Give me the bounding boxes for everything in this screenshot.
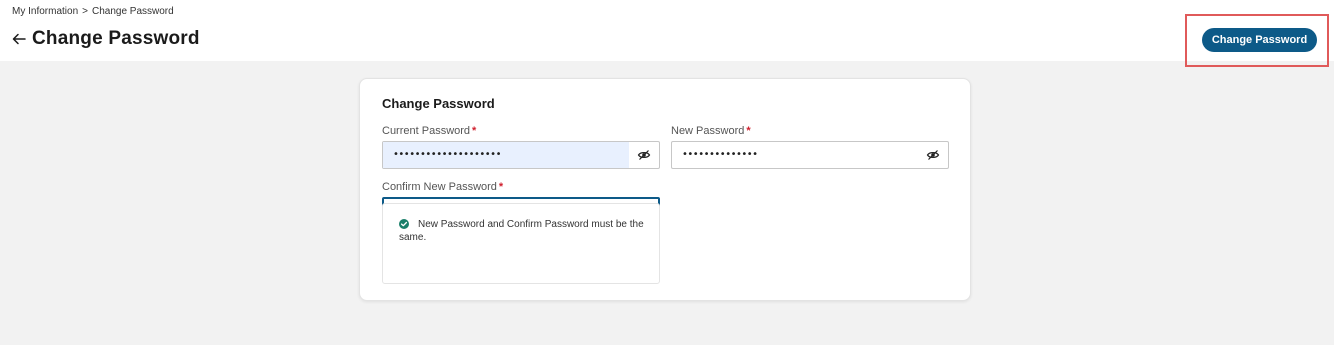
breadcrumb-separator: >	[82, 6, 88, 17]
page-title: Change Password	[32, 28, 200, 49]
required-marker: *	[746, 125, 751, 137]
validation-message: New Password and Confirm Password must b…	[399, 219, 644, 243]
required-marker: *	[498, 181, 504, 193]
breadcrumb-current: Change Password	[91, 6, 174, 17]
breadcrumb-link-my-information[interactable]: My Information	[12, 6, 78, 17]
confirm-password-label-text: Confirm New Password	[382, 181, 497, 193]
change-password-button[interactable]: Change Password	[1202, 28, 1317, 52]
new-password-label-text: New Password	[671, 125, 745, 137]
eye-slash-icon[interactable]	[926, 148, 940, 162]
password-match-hint: New Password and Confirm Password must b…	[382, 203, 660, 284]
arrow-left-icon[interactable]	[11, 31, 27, 47]
current-password-value: ••••••••••••••••••••	[393, 149, 501, 160]
current-password-label: Current Password *	[382, 125, 476, 137]
new-password-label: New Password *	[671, 125, 751, 137]
confirm-password-label: Confirm New Password *	[382, 181, 503, 193]
current-password-label-text: Current Password	[382, 125, 471, 137]
page-header: My Information > Change Password Change Pa…	[0, 0, 1334, 67]
current-password-field[interactable]: ••••••••••••••••••••	[382, 141, 660, 169]
new-password-value: ••••••••••••••	[682, 149, 758, 160]
eye-slash-icon[interactable]	[637, 148, 651, 162]
required-marker: *	[472, 125, 477, 137]
new-password-field[interactable]: ••••••••••••••	[671, 141, 949, 169]
card-title: Change Password	[382, 96, 495, 111]
change-password-card: Change Password Current Password * ••••••…	[359, 78, 971, 301]
breadcrumb: My Information > Change Password	[12, 6, 174, 17]
